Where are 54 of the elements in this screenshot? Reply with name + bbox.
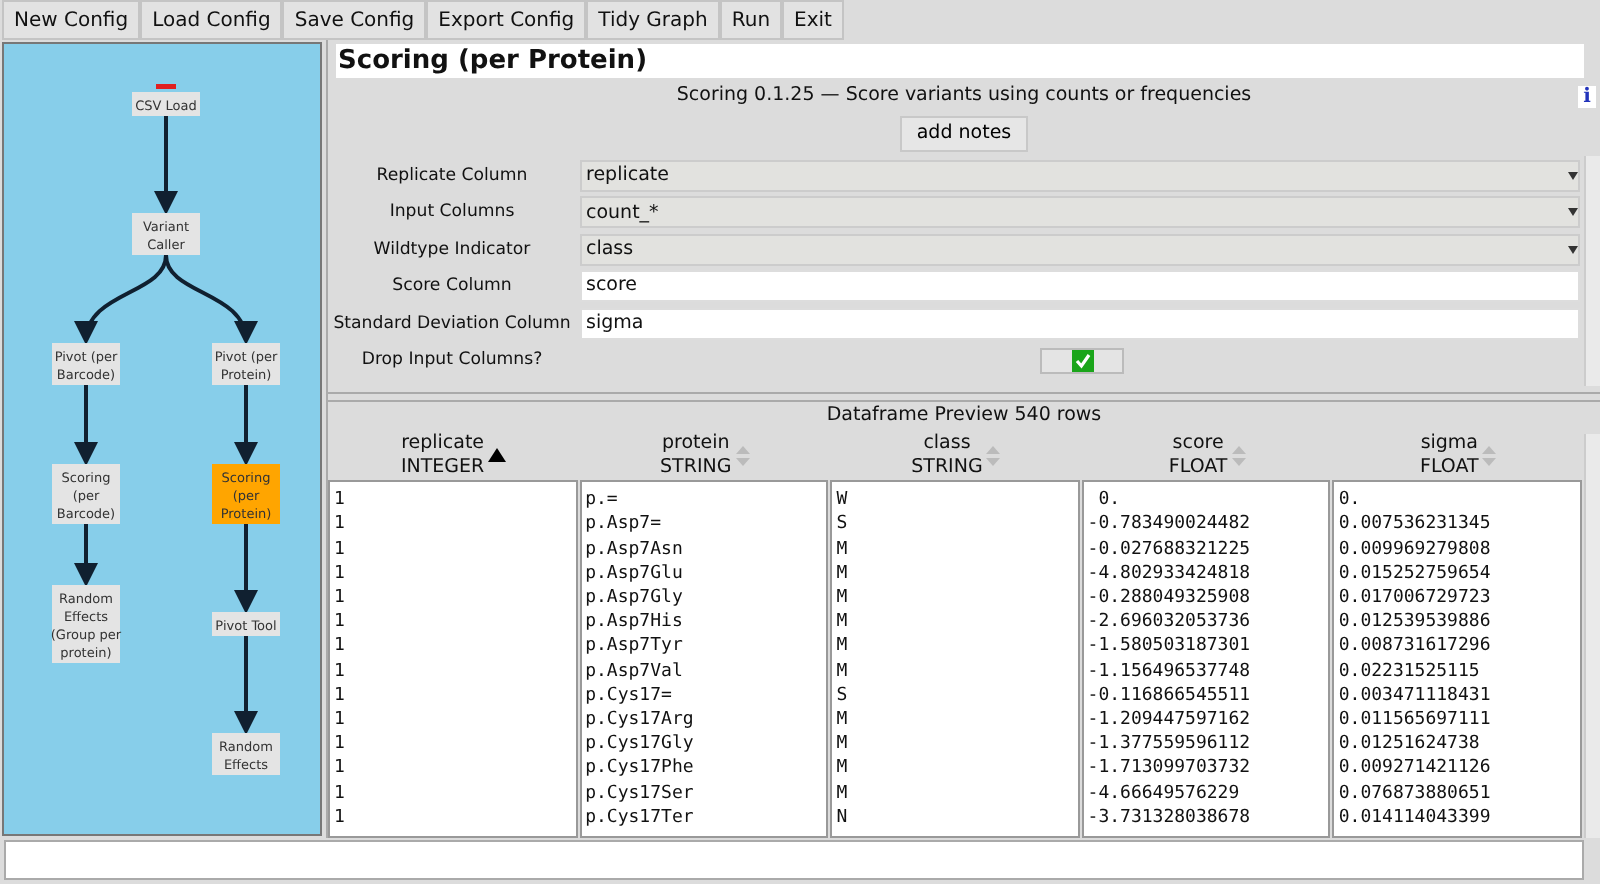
toolbar-button[interactable]: Exit: [782, 0, 844, 40]
field-label: Score Column: [392, 276, 512, 297]
column-header[interactable]: score FLOAT: [1168, 431, 1228, 480]
field-label: Drop Input Columns?: [361, 350, 543, 371]
toolbar-button[interactable]: Load Config: [140, 0, 283, 40]
toolbar-button[interactable]: Tidy Graph: [586, 0, 720, 40]
title-field[interactable]: Scoring (per Protein): [336, 44, 1584, 78]
connector-arrow: [234, 636, 258, 735]
field-label: Standard Deviation Column: [333, 313, 571, 334]
connector-arrow: [234, 385, 258, 466]
column-values: W S M M M M M M S M M M M N: [830, 480, 1080, 838]
sort-icon[interactable]: [986, 445, 1001, 466]
toolbar-button[interactable]: New Config: [2, 0, 141, 40]
dropdown-arrow-icon: [1568, 171, 1578, 180]
column-values: p.= p.Asp7= p.Asp7Asn p.Asp7Glu p.Asp7Gly p.Asp7His p.Asp7Tyr p.Asp7Val p.Cys17= p.Cys17Arg p.Cys17Gly p.Cys17Phe p.Cys17Ser p.Cys17Ter: [579, 480, 829, 838]
toolbar-button[interactable]: Run: [719, 0, 783, 40]
dropdown-arrow-icon: [1568, 208, 1578, 217]
connector-arrow: [74, 524, 98, 587]
toolbar-button[interactable]: Export Config: [426, 0, 587, 40]
column-header[interactable]: replicate INTEGER: [400, 431, 485, 480]
preview-title: Dataframe Preview 540 rows: [824, 402, 1104, 431]
field-label: Wildtype Indicator: [373, 239, 531, 260]
sort-icon[interactable]: [1482, 445, 1497, 466]
dropdown[interactable]: count_*: [580, 196, 1580, 229]
check-icon: [1071, 349, 1093, 372]
text-field[interactable]: sigma: [580, 307, 1580, 340]
column-values: 0. 0.007536231345 0.009969279808 0.015252759654 0.017006729723 0.012539539886 0.008731617296 0.02231525115 0.003471118431 0.011565697111 0.01251624738 0.009271421126 0.076873880651 0.014114043399: [1332, 480, 1582, 838]
sort-icon[interactable]: [735, 445, 750, 466]
connector-arrow: [154, 116, 178, 215]
sort-icon[interactable]: [1231, 445, 1246, 466]
log-field[interactable]: [4, 840, 1584, 880]
dropdown-arrow-icon: [1568, 245, 1578, 254]
connector-arrow: [164, 254, 256, 345]
column-header[interactable]: sigma FLOAT: [1420, 431, 1479, 480]
column-header[interactable]: protein STRING: [660, 431, 732, 480]
column-values: 1 1 1 1 1 1 1 1 1 1 1 1 1 1: [328, 480, 578, 838]
checkbox[interactable]: [1040, 347, 1124, 374]
field-label: Replicate Column: [376, 165, 528, 186]
connector-arrow: [74, 385, 98, 466]
tool-description: Scoring 0.1.25 — Score variants using counts or frequencies: [676, 84, 1252, 107]
column-header[interactable]: class STRING: [911, 431, 983, 480]
connector-arrow: [234, 524, 258, 614]
scrollbar[interactable]: [1584, 156, 1600, 387]
dropdown[interactable]: replicate: [580, 159, 1580, 192]
toolbar-button[interactable]: Save Config: [282, 0, 427, 40]
column-values: 0. -0.783490024482 -0.027688321225 -4.802933424818 -0.288049325908 -2.696032053736 -1.580503187301 -1.156496537748 -0.116866545511 -1.209447597162 -1.377559596112 -1.713099703732 -4.66649576229 -3.731328038678: [1081, 480, 1331, 838]
dropdown[interactable]: class: [580, 233, 1580, 266]
info-icon[interactable]: i: [1578, 86, 1596, 108]
text-field[interactable]: score: [580, 270, 1580, 303]
scrollbar[interactable]: [1583, 434, 1600, 838]
sort-ascending-icon[interactable]: [488, 448, 507, 463]
connector-arrow: [76, 254, 168, 345]
add-notes-button[interactable]: add notes: [900, 115, 1028, 152]
field-label: Input Columns: [389, 202, 515, 223]
